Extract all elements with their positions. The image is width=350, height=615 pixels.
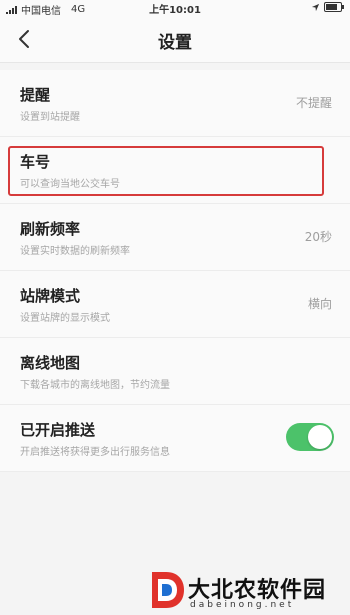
- setting-label: 已开启推送: [20, 421, 96, 439]
- setting-value: 20秒: [304, 230, 332, 244]
- setting-value: 不提醒: [295, 96, 332, 110]
- setting-description: 设置实时数据的刷新频率: [20, 246, 130, 257]
- battery-icon: [324, 2, 344, 12]
- setting-label: 站牌模式: [20, 287, 81, 305]
- watermark: 大北农软件园 dabeinong.net: [148, 560, 350, 615]
- toggle-knob: [308, 425, 332, 449]
- setting-description: 设置到站提醒: [20, 112, 80, 123]
- setting-description: 开启推送将获得更多出行服务信息: [20, 447, 170, 458]
- setting-label: 刷新频率: [20, 220, 81, 238]
- setting-label: 车号: [20, 153, 51, 171]
- setting-row-stop-sign-mode[interactable]: 站牌模式 设置站牌的显示模式 横向: [0, 271, 350, 338]
- setting-row-bus-number[interactable]: 车号 可以查询当地公交车号: [0, 137, 350, 204]
- settings-list: 提醒 设置到站提醒 不提醒 车号 可以查询当地公交车号 刷新频率 设置实时数据的…: [0, 70, 350, 472]
- status-right: [311, 2, 344, 12]
- setting-label: 离线地图: [20, 354, 81, 372]
- dabeinong-logo-icon: [152, 572, 184, 608]
- setting-row-offline-map[interactable]: 离线地图 下载各城市的离线地图，节约流量: [0, 338, 350, 405]
- setting-description: 设置站牌的显示模式: [20, 313, 110, 324]
- watermark-text-en: dabeinong.net: [190, 600, 295, 610]
- status-time: 上午10:01: [149, 5, 201, 16]
- setting-row-refresh-rate[interactable]: 刷新频率 设置实时数据的刷新频率 20秒: [0, 204, 350, 271]
- setting-row-push-notifications: 已开启推送 开启推送将获得更多出行服务信息: [0, 405, 350, 472]
- status-bar: 中国电信 4G 上午10:01: [0, 0, 350, 17]
- setting-value: 横向: [307, 297, 332, 311]
- setting-row-reminder[interactable]: 提醒 设置到站提醒 不提醒: [0, 70, 350, 137]
- nav-bar: 设置: [0, 16, 350, 63]
- setting-description: 可以查询当地公交车号: [20, 179, 120, 190]
- location-arrow-icon: [311, 3, 320, 11]
- setting-label: 提醒: [20, 86, 51, 104]
- page-title: 设置: [158, 33, 192, 53]
- setting-description: 下载各城市的离线地图，节约流量: [20, 380, 170, 391]
- push-toggle-switch[interactable]: [286, 423, 334, 451]
